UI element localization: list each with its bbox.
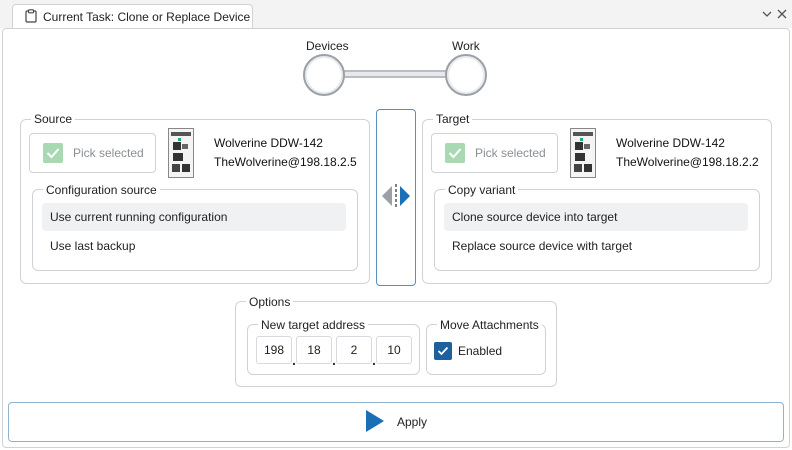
checkbox-checked-icon [434,342,452,360]
option-label: Replace source device with target [452,239,633,253]
chevron-down-icon[interactable] [760,7,774,21]
option-label: Use current running configuration [50,210,228,224]
configuration-source-list: Use current running configuration Use la… [32,189,358,271]
check-icon [43,143,63,163]
list-item[interactable]: Use last backup [42,232,346,260]
step-devices-circle[interactable] [303,54,345,96]
clipboard-icon [25,8,37,26]
device-image-icon [570,128,596,181]
source-device-name: Wolverine DDW-142 [214,136,323,150]
enabled-label: Enabled [458,344,503,358]
ip-octet-2-input[interactable]: 18 [296,336,332,364]
target-pick-selected-button[interactable]: Pick selected [431,133,558,173]
list-item[interactable]: Clone source device into target [444,203,748,231]
octet-value: 198 [263,343,285,357]
apply-button[interactable]: Apply [8,402,784,442]
close-icon[interactable] [775,7,789,21]
enabled-checkbox[interactable]: Enabled [434,342,502,360]
step-work-circle[interactable] [445,54,487,96]
pick-selected-label: Pick selected [475,146,546,160]
octet-value: 18 [307,343,321,357]
swap-arrows-icon [379,183,413,212]
octet-value: 10 [387,343,401,357]
pick-selected-label: Pick selected [73,146,144,160]
step-devices-label: Devices [306,39,349,53]
octet-value: 2 [350,343,358,357]
step-connector [343,70,449,78]
target-device-name: Wolverine DDW-142 [616,136,725,150]
swap-button[interactable] [376,109,416,286]
list-item[interactable]: Use current running configuration [42,203,346,231]
step-work-label: Work [452,39,480,53]
ip-octet-4-input[interactable]: 10 [376,336,412,364]
ip-address-editor: 198 . 18 . 2 . 10 [247,300,420,375]
play-icon [365,409,385,436]
source-pick-selected-button[interactable]: Pick selected [29,133,156,173]
list-item[interactable]: Replace source device with target [444,232,748,260]
target-legend: Target [433,112,473,126]
ip-octet-3-input[interactable]: 2 [336,336,372,364]
move-attachments-legend: Move Attachments [437,318,542,332]
option-label: Use last backup [50,239,136,253]
source-device-address: TheWolverine@198.18.2.5 [214,155,357,169]
task-tab[interactable]: Current Task: Clone or Replace Device [12,4,253,29]
check-icon [445,143,465,163]
source-legend: Source [31,112,76,126]
copy-variant-list: Clone source device into target Replace … [434,189,760,271]
apply-label: Apply [396,415,428,429]
device-image-icon [168,128,194,181]
option-label: Clone source device into target [452,210,618,224]
target-device-address: TheWolverine@198.18.2.2 [616,155,759,169]
ip-octet-1-input[interactable]: 198 [256,336,292,364]
tab-title: Current Task: Clone or Replace Device [43,10,251,24]
